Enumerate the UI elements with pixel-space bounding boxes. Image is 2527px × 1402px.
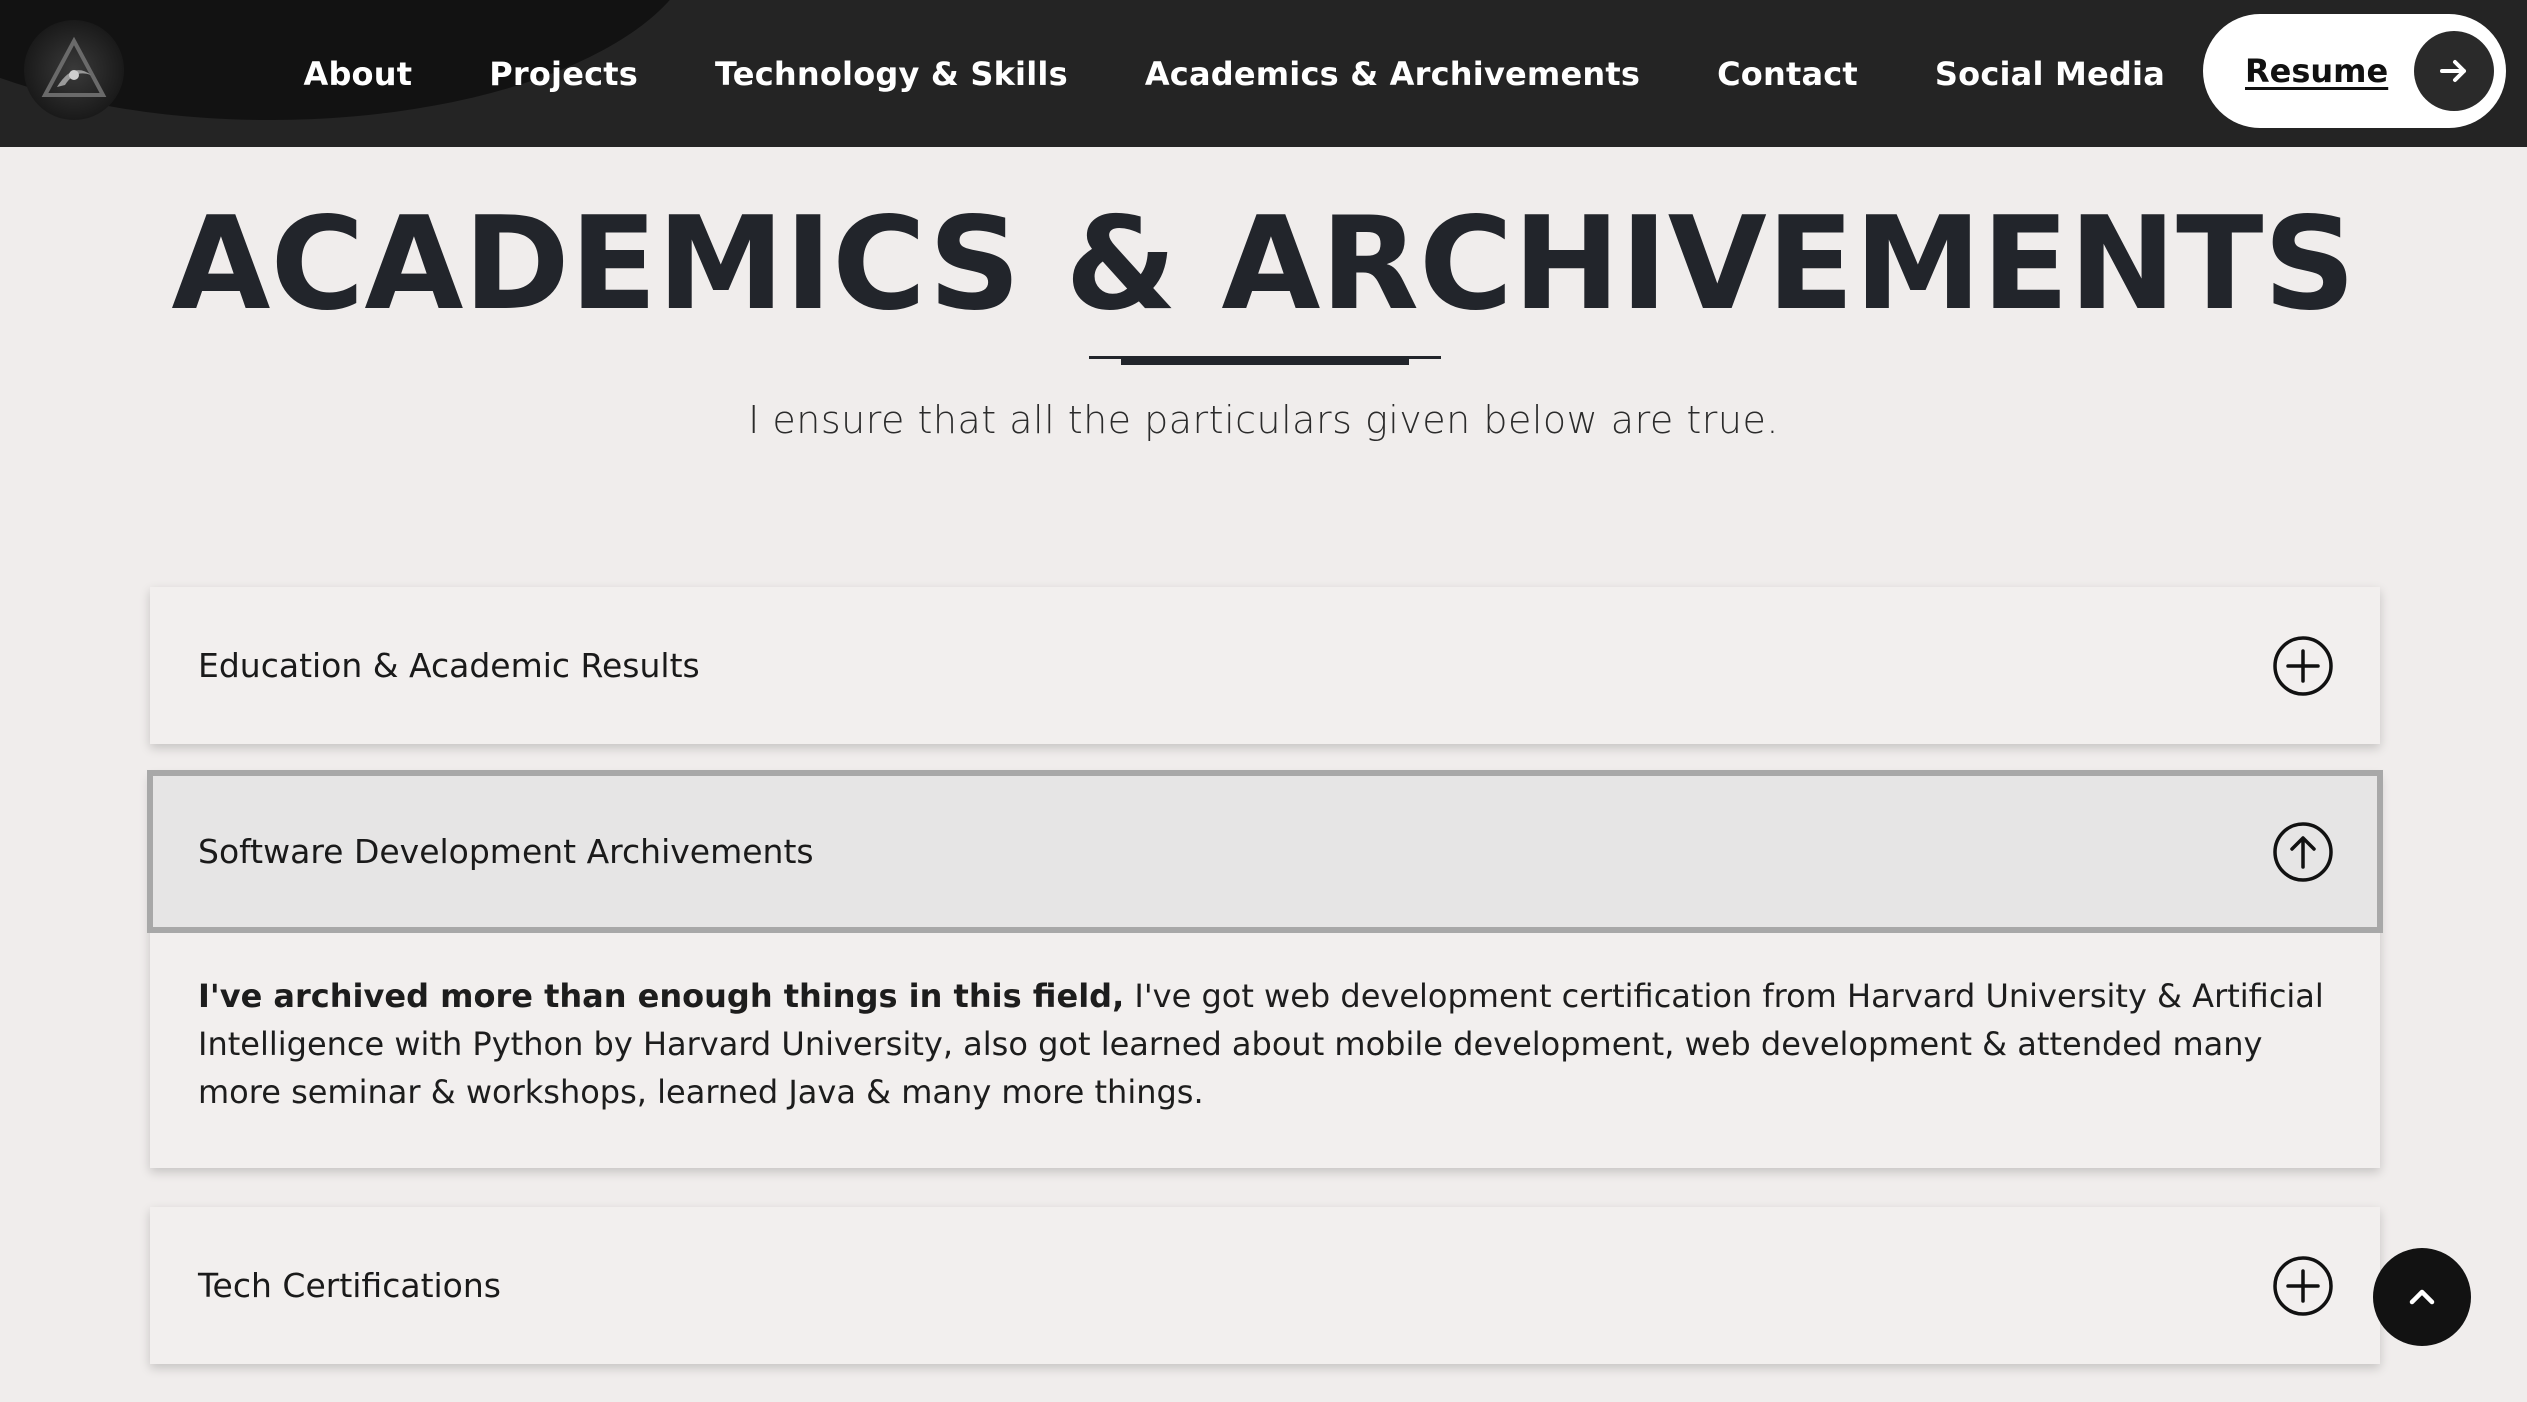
plus-circle-icon[interactable] [2272,635,2334,697]
accordion-body-bold: I've archived more than enough things in… [198,977,1125,1015]
back-to-top-button[interactable] [2373,1248,2471,1346]
accordion-label: Tech Certifications [198,1266,501,1305]
plus-circle-icon[interactable] [2272,1255,2334,1317]
arrow-right-icon [2414,31,2494,111]
nav-link-about[interactable]: About [303,55,412,93]
accordion-header-software-development[interactable]: Software Development Archivements [147,770,2383,933]
chevron-up-icon [2409,1289,2435,1305]
accordion-item-tech-certifications: Tech Certifications [150,1207,2380,1364]
nav-link-social-media[interactable]: Social Media [1935,55,2165,93]
nav-links: About Projects Technology & Skills Acade… [303,0,2165,147]
accordion-body-software-development: I've archived more than enough things in… [150,930,2380,1168]
accordion-item-education: Education & Academic Results [150,587,2380,744]
nav-link-technology-skills[interactable]: Technology & Skills [715,55,1068,93]
accordion-label: Education & Academic Results [198,646,700,685]
accordion-label: Software Development Archivements [198,832,814,871]
accordion-header-education[interactable]: Education & Academic Results [150,587,2380,744]
nav-link-academics-archivements[interactable]: Academics & Archivements [1145,55,1640,93]
resume-button-label: Resume [2245,52,2389,90]
resume-button[interactable]: Resume [2203,14,2506,128]
nav-link-projects[interactable]: Projects [489,55,638,93]
arrow-up-circle-icon[interactable] [2272,821,2334,883]
nav-link-contact[interactable]: Contact [1717,55,1858,93]
accordion-item-software-development: Software Development Archivements I've a… [147,770,2383,1168]
accordion-header-tech-certifications[interactable]: Tech Certifications [150,1207,2380,1364]
navbar: About Projects Technology & Skills Acade… [0,0,2527,147]
logo-icon[interactable] [24,20,124,120]
title-underline-accent [1121,357,1409,365]
page-subtitle: I ensure that all the particulars given … [748,398,1779,442]
page-title: ACADEMICS & ARCHIVEMENTS [171,190,2356,339]
